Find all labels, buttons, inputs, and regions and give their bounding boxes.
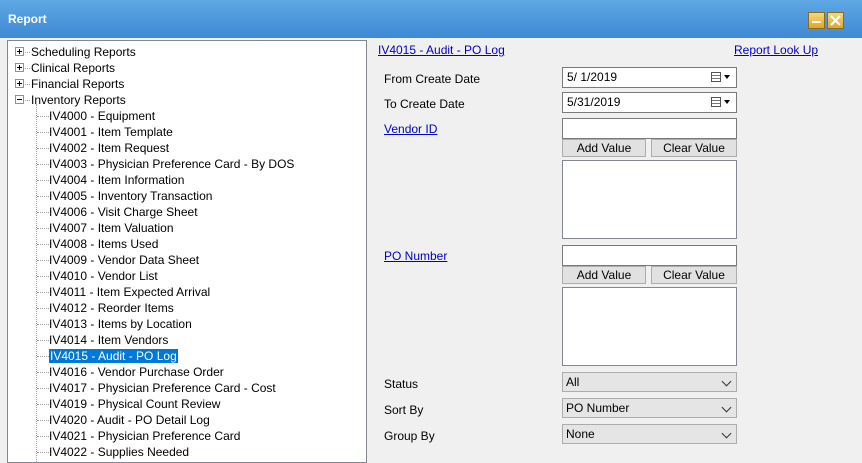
close-icon[interactable] xyxy=(827,12,844,29)
tree-item[interactable]: IV4010 - Vendor List xyxy=(49,268,158,284)
tree-item-label: IV4015 - Audit - PO Log xyxy=(49,349,178,363)
tree-group[interactable]: Clinical Reports xyxy=(31,60,115,76)
tree-group[interactable]: Scheduling Reports xyxy=(31,44,136,60)
tree-group-label: Inventory Reports xyxy=(31,93,126,107)
po-clear-value-button[interactable]: Clear Value xyxy=(651,266,737,284)
tree-item-label: IV4012 - Reorder Items xyxy=(49,301,174,315)
tree-item-label: IV4005 - Inventory Transaction xyxy=(49,189,213,203)
tree-item-label: IV4019 - Physical Count Review xyxy=(49,397,221,411)
tree-item[interactable]: IV4020 - Audit - PO Detail Log xyxy=(49,412,210,428)
tree-item-label: IV4016 - Vendor Purchase Order xyxy=(49,365,224,379)
tree-group[interactable]: Financial Reports xyxy=(31,76,124,92)
po-add-value-button[interactable]: Add Value xyxy=(562,266,646,284)
sort-by-value: PO Number xyxy=(566,401,630,415)
tree-item-label: IV4006 - Visit Charge Sheet xyxy=(49,205,198,219)
minimize-icon[interactable] xyxy=(808,12,825,29)
report-tree[interactable]: Scheduling Reports Clinical Reports Financ… xyxy=(7,40,367,463)
calendar-dropdown-icon[interactable] xyxy=(711,71,733,84)
tree-item[interactable]: IV4000 - Equipment xyxy=(49,108,155,124)
tree-group-label: Clinical Reports xyxy=(31,61,116,75)
tree-item[interactable]: IV4019 - Physical Count Review xyxy=(49,396,220,412)
tree-item-label: IV4001 - Item Template xyxy=(49,125,173,139)
tree-item[interactable]: IV4001 - Item Template xyxy=(49,124,173,140)
report-parameters-panel: IV4015 - Audit - PO Log Report Look Up F… xyxy=(368,40,862,463)
tree-group-label: Scheduling Reports xyxy=(31,45,136,59)
tree-item[interactable]: IV4021 - Physician Preference Card xyxy=(49,428,240,444)
vendor-id-input[interactable] xyxy=(562,118,737,139)
tree-group-label: Financial Reports xyxy=(31,77,125,91)
tree-item[interactable]: IV4011 - Item Expected Arrival xyxy=(49,284,210,300)
tree-item[interactable]: IV4013 - Items by Location xyxy=(49,316,192,332)
tree-item-label: IV4013 - Items by Location xyxy=(49,317,192,331)
group-by-select[interactable]: None xyxy=(562,424,737,444)
tree-item[interactable]: IV4016 - Vendor Purchase Order xyxy=(49,364,224,380)
tree-item-label: IV4008 - Items Used xyxy=(49,237,159,251)
sort-by-label: Sort By xyxy=(384,403,424,417)
sort-by-select[interactable]: PO Number xyxy=(562,398,737,418)
expand-icon[interactable] xyxy=(15,63,24,72)
tree-item-label: IV4011 - Item Expected Arrival xyxy=(49,285,211,299)
tree-item-label: IV4003 - Physician Preference Card - By … xyxy=(49,157,295,171)
tree-item[interactable]: IV4015 - Audit - PO Log xyxy=(49,348,178,364)
vendor-id-link[interactable]: Vendor ID xyxy=(384,122,437,136)
tree-item-label: IV4022 - Supplies Needed xyxy=(49,445,190,459)
tree-item[interactable]: IV4004 - Item Information xyxy=(49,172,184,188)
chevron-down-icon xyxy=(721,402,732,413)
tree-item[interactable]: IV4022 - Supplies Needed xyxy=(49,444,189,460)
tree-item-label: IV4014 - Item Vendors xyxy=(49,333,169,347)
from-create-date-value: 5/ 1/2019 xyxy=(567,70,618,84)
from-create-date-label: From Create Date xyxy=(384,72,481,86)
calendar-dropdown-icon[interactable] xyxy=(711,96,733,109)
group-by-value: None xyxy=(566,427,595,441)
from-create-date-picker[interactable]: 5/ 1/2019 xyxy=(562,67,737,88)
tree-item[interactable]: IV4009 - Vendor Data Sheet xyxy=(49,252,199,268)
status-label: Status xyxy=(384,377,419,391)
tree-item[interactable]: IV4007 - Item Valuation xyxy=(49,220,174,236)
expand-icon[interactable] xyxy=(15,47,24,56)
tree-item[interactable]: IV4006 - Visit Charge Sheet xyxy=(49,204,198,220)
tree-item[interactable]: IV4002 - Item Request xyxy=(49,140,169,156)
vendor-clear-value-button[interactable]: Clear Value xyxy=(651,139,737,157)
tree-item-label: IV4020 - Audit - PO Detail Log xyxy=(49,413,210,427)
to-create-date-picker[interactable]: 5/31/2019 xyxy=(562,92,737,113)
tree-item[interactable]: IV4017 - Physician Preference Card - Cos… xyxy=(49,380,276,396)
vendor-id-list[interactable] xyxy=(562,160,737,239)
collapse-icon[interactable] xyxy=(15,95,24,104)
tree-item-label: IV4010 - Vendor List xyxy=(49,269,158,283)
tree-item[interactable]: IV4003 - Physician Preference Card - By … xyxy=(49,156,294,172)
group-by-label: Group By xyxy=(384,429,435,443)
chevron-down-icon xyxy=(721,376,732,387)
po-number-link[interactable]: PO Number xyxy=(384,249,447,263)
tree-item[interactable]: IV4005 - Inventory Transaction xyxy=(49,188,212,204)
report-lookup-link[interactable]: Report Look Up xyxy=(734,43,818,57)
tree-item-label: IV4009 - Vendor Data Sheet xyxy=(49,253,200,267)
tree-item-label: IV4017 - Physician Preference Card - Cos… xyxy=(49,381,276,395)
tree-item-label: IV4002 - Item Request xyxy=(49,141,170,155)
tree-item[interactable]: IV4012 - Reorder Items xyxy=(49,300,174,316)
status-value: All xyxy=(566,375,580,389)
report-title-link[interactable]: IV4015 - Audit - PO Log xyxy=(378,43,505,57)
to-create-date-value: 5/31/2019 xyxy=(567,95,621,109)
tree-item-label: IV4007 - Item Valuation xyxy=(49,221,174,235)
po-number-list[interactable] xyxy=(562,287,737,366)
chevron-down-icon xyxy=(721,428,732,439)
to-create-date-label: To Create Date xyxy=(384,97,465,111)
tree-item-label: IV4004 - Item Information xyxy=(49,173,185,187)
tree-item-label: IV4000 - Equipment xyxy=(49,109,156,123)
tree-item[interactable]: IV4008 - Items Used xyxy=(49,236,158,252)
status-select[interactable]: All xyxy=(562,372,737,392)
window-title: Report xyxy=(8,12,47,26)
vendor-add-value-button[interactable]: Add Value xyxy=(562,139,646,157)
po-number-input[interactable] xyxy=(562,245,737,266)
expand-icon[interactable] xyxy=(15,79,24,88)
tree-item[interactable]: IV4014 - Item Vendors xyxy=(49,332,168,348)
title-bar: Report xyxy=(0,0,862,38)
tree-item-label: IV4021 - Physician Preference Card xyxy=(49,429,241,443)
tree-group[interactable]: Inventory Reports xyxy=(31,92,126,108)
